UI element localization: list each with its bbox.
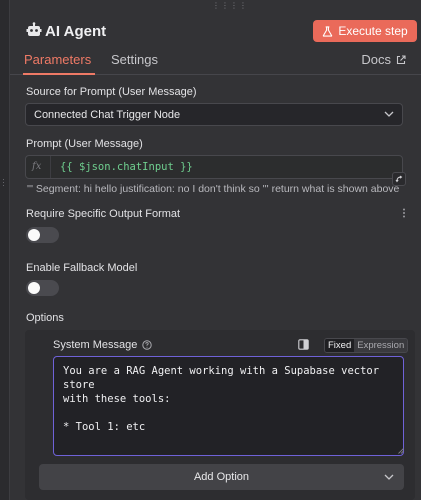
- add-option-label: Add Option: [193, 471, 250, 483]
- prompt-expression-input[interactable]: fx {{ $json.chatInput }}: [25, 155, 406, 186]
- toggle-knob: [28, 229, 40, 241]
- prompt-expression-value: {{ $json.chatInput }}: [60, 161, 193, 173]
- node-parameters-panel: ⋮⋮⋮⋮ AI Agent Execute step Parameters Se…: [9, 0, 421, 500]
- system-message-textarea[interactable]: You are a RAG Agent working with a Supab…: [53, 356, 404, 456]
- execute-step-label: Execute step: [338, 24, 408, 38]
- fixed-expression-toggle: Fixed Expression: [324, 338, 409, 353]
- mode-fixed-option[interactable]: Fixed: [325, 339, 355, 352]
- prompt-expression-result: ''' Segment: hi hello justification: no …: [27, 183, 400, 195]
- source-prompt-value: Connected Chat Trigger Node: [34, 109, 181, 121]
- source-prompt-select[interactable]: Connected Chat Trigger Node: [25, 103, 403, 126]
- help-icon[interactable]: [142, 340, 153, 350]
- external-link-icon: [396, 54, 406, 64]
- mode-expression-option[interactable]: Expression: [354, 339, 408, 352]
- side-panel-icon[interactable]: [298, 339, 309, 350]
- chevron-down-icon: [384, 111, 394, 117]
- resize-handle-icon[interactable]: [398, 448, 404, 454]
- more-options-icon[interactable]: [402, 208, 406, 218]
- add-option-button[interactable]: Add Option: [39, 464, 404, 490]
- flask-icon: [323, 25, 333, 37]
- execute-step-button[interactable]: Execute step: [313, 20, 417, 42]
- toggle-knob: [28, 282, 40, 294]
- options-label: Options: [26, 312, 64, 324]
- panel-header: AI Agent Execute step: [10, 0, 421, 48]
- chevron-down-icon: [384, 474, 394, 480]
- tab-settings[interactable]: Settings: [111, 52, 158, 67]
- active-tab-indicator: [23, 73, 95, 75]
- resize-grip-icon[interactable]: · · ·: [2, 175, 5, 190]
- prompt-label: Prompt (User Message): [26, 138, 143, 150]
- system-message-label-row: System Message: [53, 339, 153, 351]
- fx-icon: fx: [32, 161, 42, 172]
- require-format-toggle[interactable]: [26, 227, 59, 243]
- robot-icon: [26, 22, 42, 36]
- tab-bar: Parameters Settings Docs: [10, 50, 421, 75]
- source-prompt-label: Source for Prompt (User Message): [26, 86, 197, 98]
- system-message-label: System Message: [53, 339, 138, 351]
- node-title: AI Agent: [45, 23, 107, 40]
- docs-link[interactable]: Docs: [361, 52, 406, 67]
- require-format-label: Require Specific Output Format: [26, 208, 181, 220]
- expression-divider: [50, 156, 51, 178]
- docs-label: Docs: [361, 52, 391, 67]
- tab-parameters[interactable]: Parameters: [24, 52, 91, 67]
- fallback-model-label: Enable Fallback Model: [26, 262, 138, 274]
- fallback-model-toggle[interactable]: [26, 280, 59, 296]
